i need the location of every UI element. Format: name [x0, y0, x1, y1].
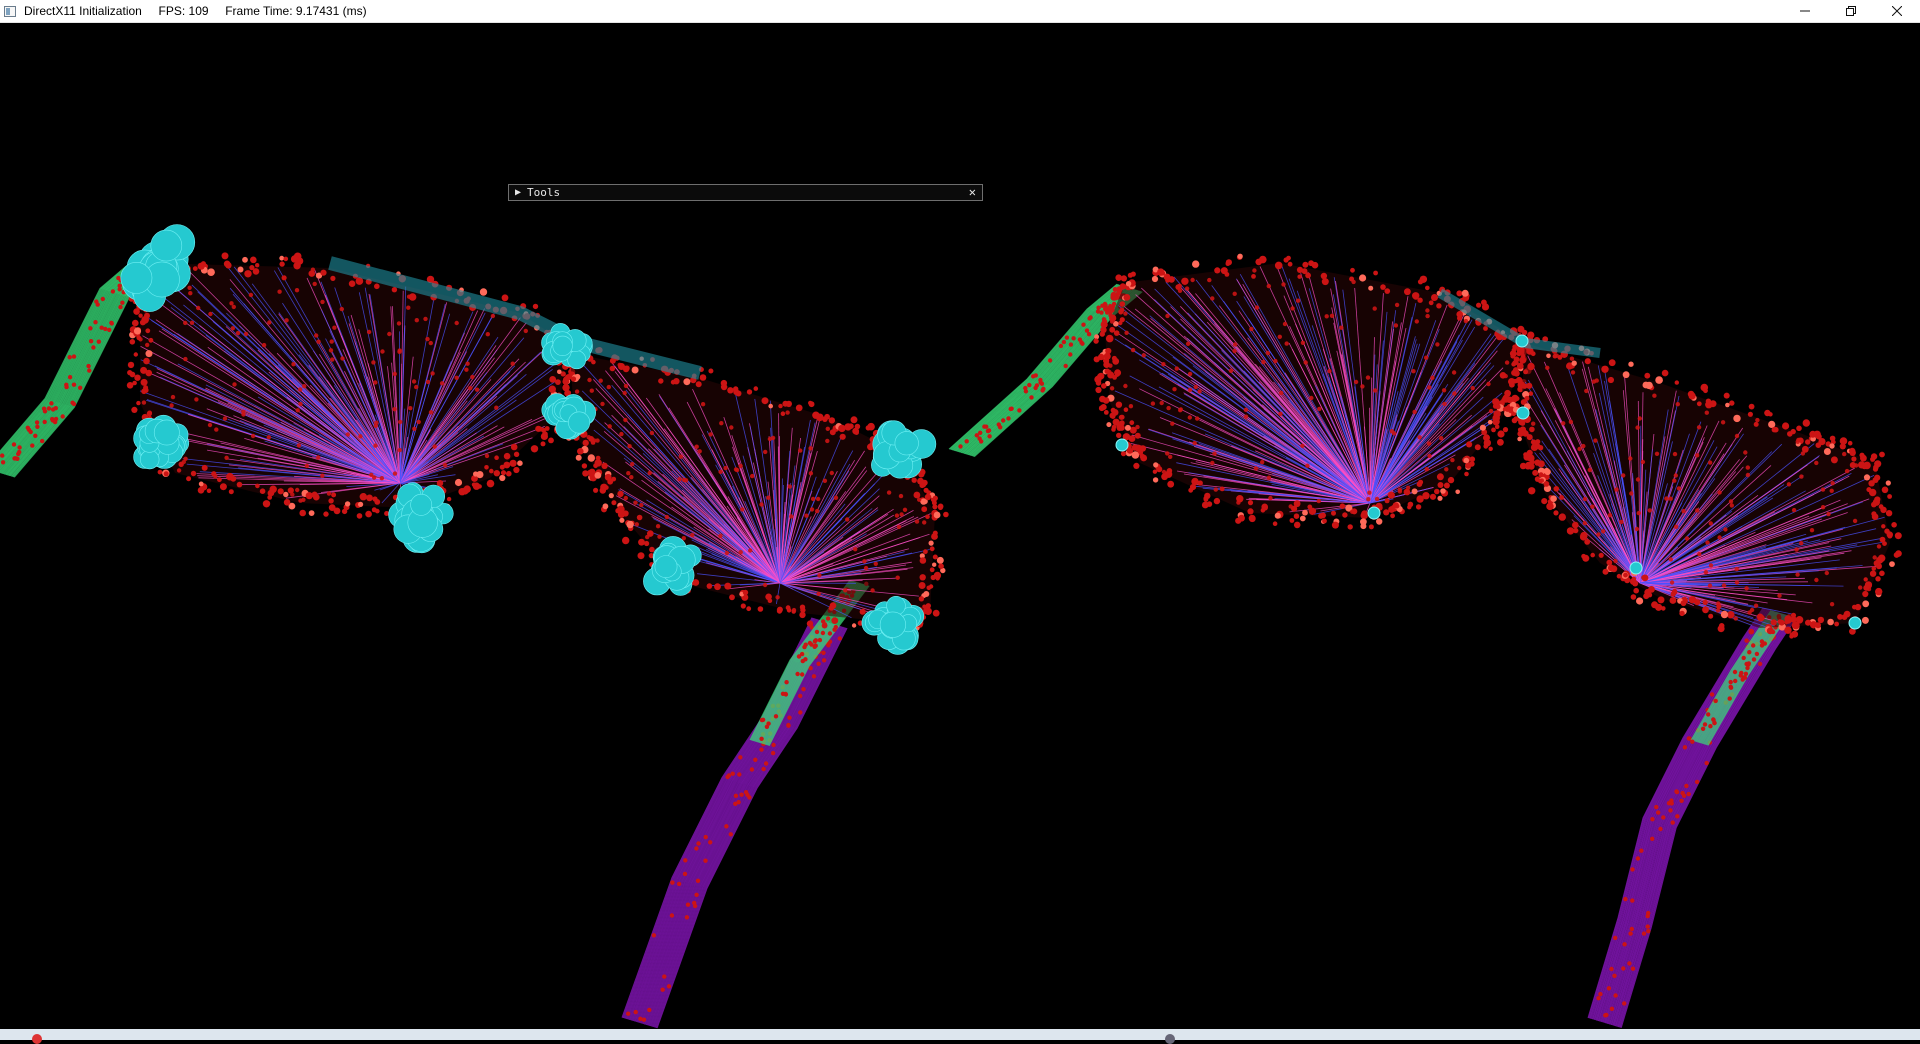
title-bar[interactable]: DirectX11 Initialization FPS: 109 Frame … [0, 0, 1920, 23]
left-glasses-view [0, 225, 949, 1029]
joint-marker [1849, 617, 1861, 629]
tools-panel-title[interactable]: Tools [527, 186, 560, 199]
scene-canvas[interactable] [0, 23, 1920, 1029]
taskbar-app-icon[interactable] [32, 1034, 42, 1044]
tools-panel[interactable]: ▶ Tools ✕ [508, 184, 983, 201]
expand-arrow-icon[interactable]: ▶ [515, 187, 521, 198]
minimize-icon [1800, 6, 1810, 16]
tools-close-icon[interactable]: ✕ [969, 185, 976, 200]
render-viewport[interactable] [0, 23, 1920, 1029]
joint-sphere-cluster [389, 483, 454, 553]
close-icon [1892, 6, 1902, 16]
close-button[interactable] [1874, 0, 1920, 22]
window-controls [1782, 0, 1920, 22]
taskbar-strip [0, 1029, 1920, 1040]
joint-marker [1116, 439, 1128, 451]
window-title-text: DirectX11 Initialization [24, 4, 142, 18]
taskbar-app-icon[interactable] [1165, 1034, 1175, 1044]
right-glasses-view [949, 254, 1902, 1028]
app-icon [4, 6, 16, 17]
joint-marker [1517, 407, 1529, 419]
minimize-button[interactable] [1782, 0, 1828, 22]
window-title: DirectX11 Initialization FPS: 109 Frame … [24, 4, 367, 18]
right-temple-band [622, 618, 847, 1029]
frame-time-readout: Frame Time: 9.17431 (ms) [225, 4, 366, 18]
joint-sphere-cluster [871, 421, 935, 479]
joint-marker [1516, 335, 1528, 347]
fps-readout: FPS: 109 [159, 4, 209, 18]
joint-marker [1630, 562, 1642, 574]
restore-button[interactable] [1828, 0, 1874, 22]
restore-icon [1846, 6, 1856, 16]
right-temple-band [1588, 608, 1796, 1028]
joint-marker [1368, 507, 1380, 519]
